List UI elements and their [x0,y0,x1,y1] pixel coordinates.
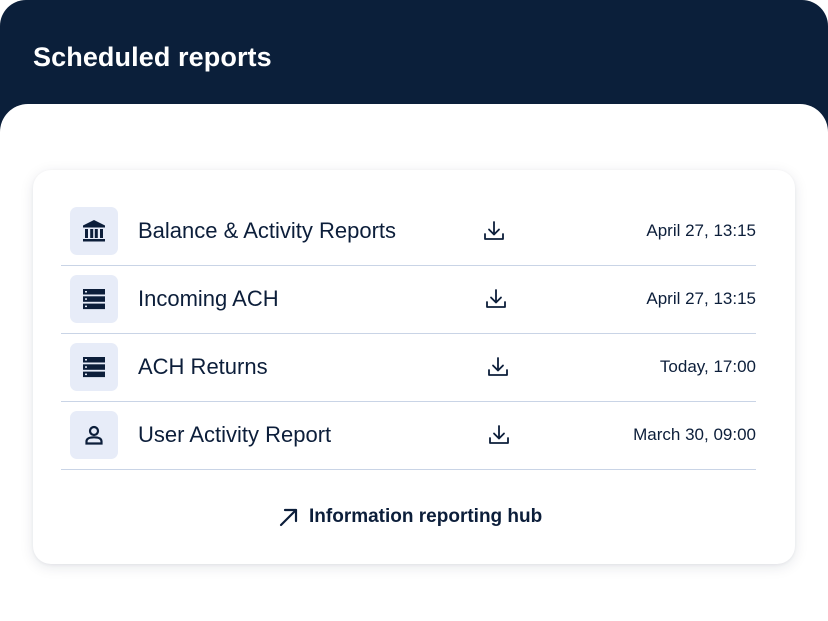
arrow-up-right-icon [277,505,301,529]
report-row-ach-returns[interactable]: ACH Returns Today, 17:00 [61,334,756,402]
report-schedule-time: March 30, 09:00 [633,425,756,444]
report-row-incoming-ach[interactable]: Incoming ACH April 27, 13:15 [61,266,756,334]
report-row-user-activity[interactable]: User Activity Report March 30, 09:00 [61,402,756,470]
download-icon[interactable] [486,422,512,448]
user-icon [70,411,118,459]
report-name[interactable]: Incoming ACH [138,286,279,312]
report-schedule-time: April 27, 13:15 [646,289,756,308]
bank-icon [70,207,118,255]
server-icon [70,343,118,391]
download-icon[interactable] [481,218,507,244]
report-schedule-time: Today, 17:00 [659,357,756,376]
report-name[interactable]: User Activity Report [138,422,331,448]
reports-card: Balance & Activity Reports April 27, 13:… [33,170,795,564]
report-schedule-time: April 27, 13:15 [646,221,756,240]
report-row-balance-activity[interactable]: Balance & Activity Reports April 27, 13:… [61,198,756,266]
information-reporting-hub-link[interactable]: Information reporting hub [277,504,542,530]
download-icon[interactable] [485,354,511,380]
report-name[interactable]: Balance & Activity Reports [138,218,396,244]
page-title: Scheduled reports [33,42,272,72]
row-divider [61,469,756,470]
download-icon[interactable] [483,286,509,312]
server-icon [70,275,118,323]
report-name[interactable]: ACH Returns [138,354,268,380]
hub-link-label[interactable]: Information reporting hub [309,506,542,528]
